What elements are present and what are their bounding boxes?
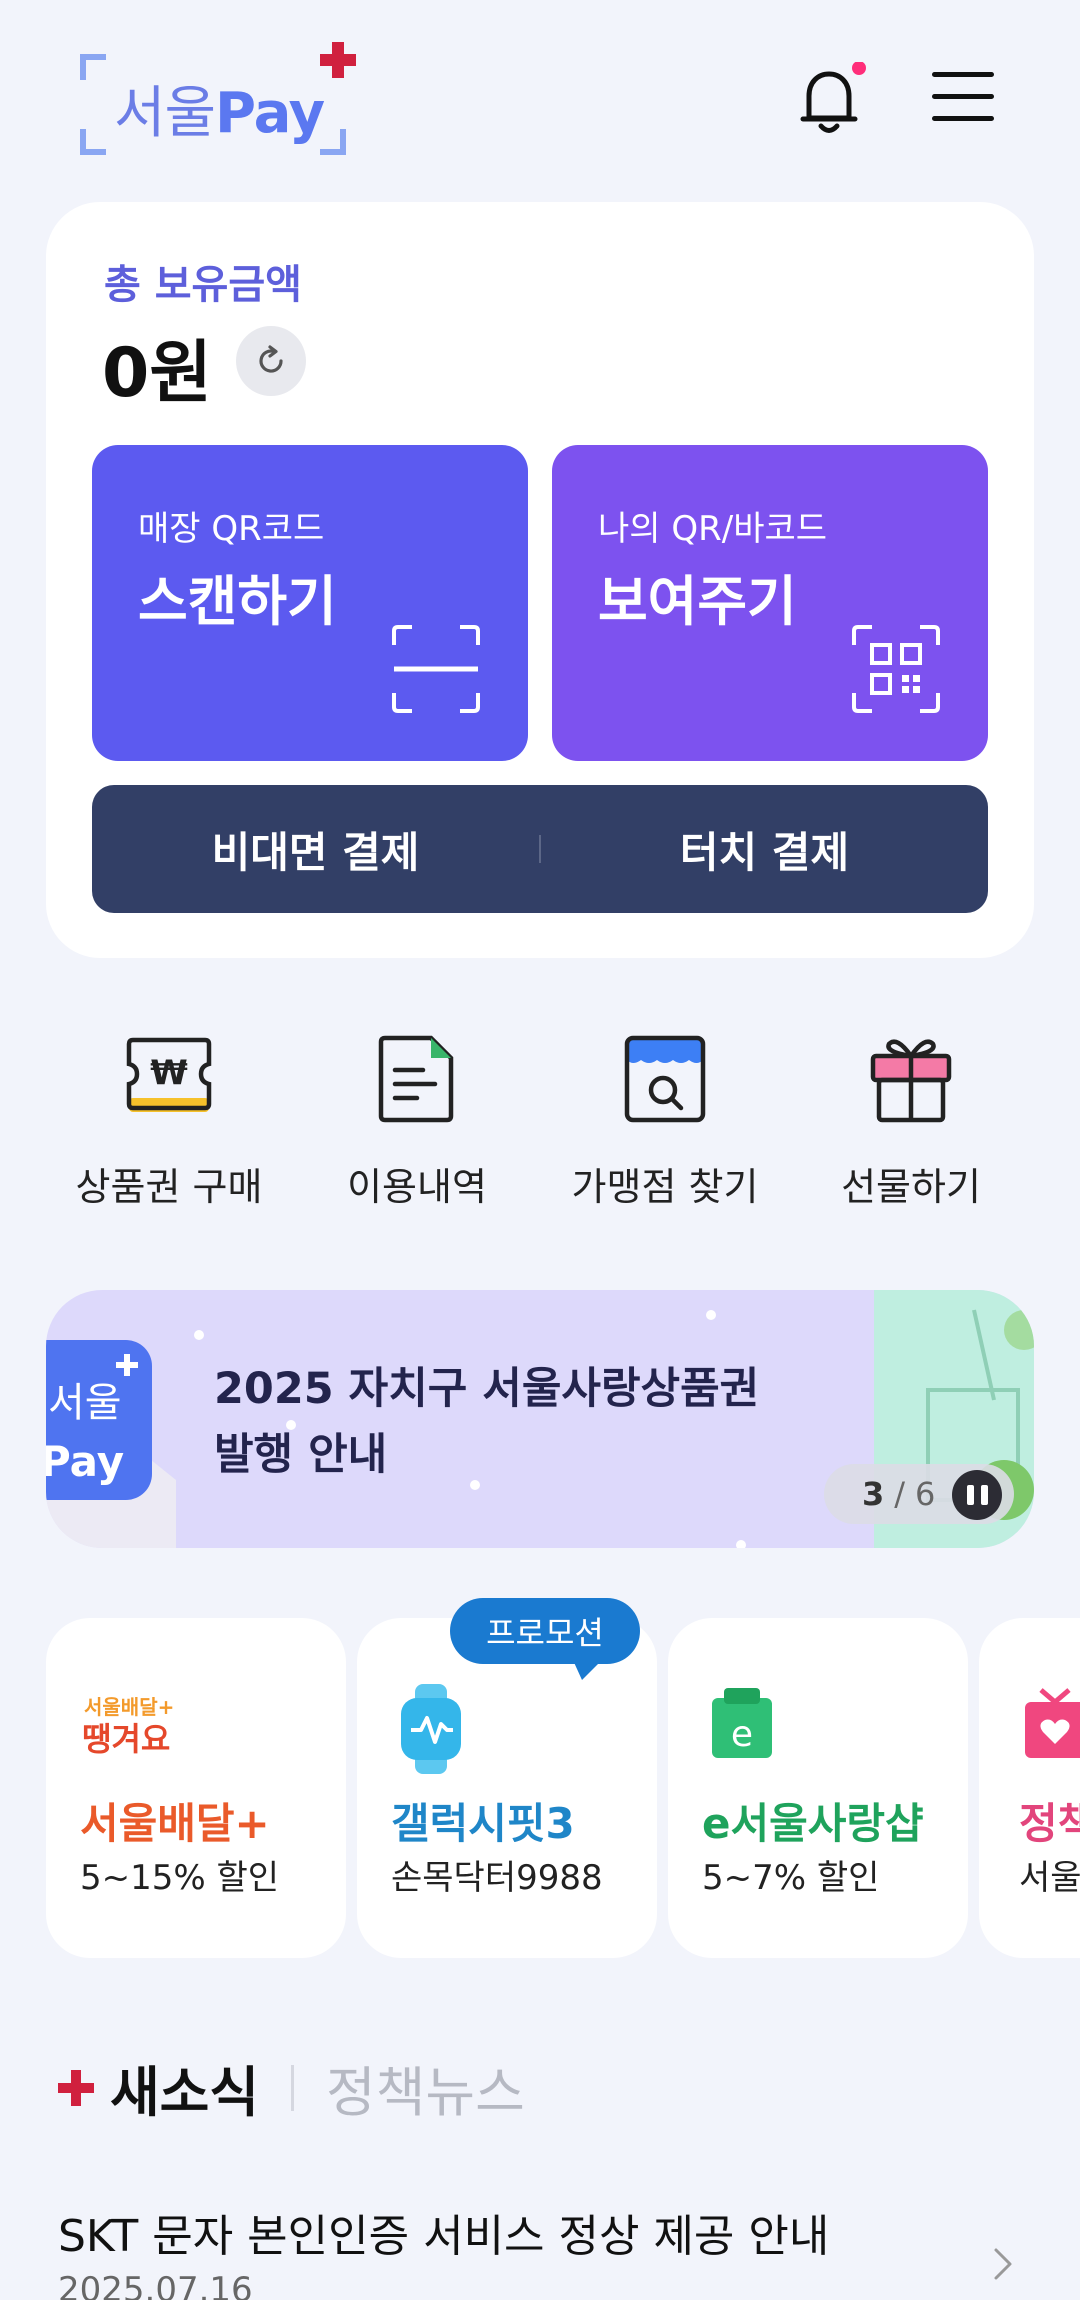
scan-frame-icon [392,625,480,713]
svg-text:땡겨요: 땡겨요 [82,1720,170,1758]
promo-title: 갤럭시핏3 [391,1799,575,1848]
promo-description: 5~7% 할인 [702,1858,880,1898]
tab-divider [291,2064,295,2111]
shopping-bag-icon: e [712,1688,772,1758]
logo-text-seoul: 서울 [114,81,216,146]
banner-logo-text-2: Pay [46,1437,124,1486]
promo-title: 정책 [1019,1799,1080,1848]
svg-text:e: e [731,1714,753,1755]
banner-logo-text-1: 서울 [48,1380,122,1426]
show-qr-sublabel: 나의 QR/바코드 [598,509,828,549]
promo-card-policy[interactable]: 정책 서울 [979,1618,1080,1958]
promo-card-e-seoul-shop[interactable]: e e서울사랑샵 5~7% 할인 [668,1618,968,1958]
promo-card-galaxy-fit[interactable]: 갤럭시핏3 손목닥터9988 [357,1618,657,1958]
tab-policy-news[interactable]: 정책뉴스 [326,2048,525,2127]
promotion-badge: 프로모션 [450,1598,640,1680]
contactless-payment-button[interactable]: 비대면 결제 [92,819,539,880]
red-cross-icon [58,2069,94,2106]
news-item-date: 2025.07.16 [58,2270,253,2300]
qr-code-icon [852,625,940,713]
touch-payment-button[interactable]: 터치 결제 [541,819,988,880]
promo-card-delivery[interactable]: 서울배달+ 땡겨요 서울배달+ 5~15% 할인 [46,1618,346,1958]
quick-menu-label: 선물하기 [841,1165,981,1209]
quick-menu-label: 상품권 구매 [75,1165,263,1209]
scan-qr-sublabel: 매장 QR코드 [138,509,325,549]
document-icon [378,1035,454,1123]
quick-menu-voucher-purchase[interactable]: ₩ 상품권 구매 [44,1030,294,1211]
pager-separator: / [894,1475,906,1513]
tab-news[interactable]: 새소식 [110,2048,259,2127]
promo-description: 서울 [1019,1858,1080,1898]
scan-qr-label: 스캔하기 [138,570,337,633]
balance-label: 총 보유금액 [104,262,302,308]
news-tabs: 새소식 정책뉴스 [56,2048,525,2127]
pager-total: 6 [915,1475,936,1513]
promo-title: e서울사랑샵 [702,1799,924,1848]
banner-title: 2025 자치구 서울사랑상품권 발행 안내 [214,1364,760,1480]
balance-card: 총 보유금액 0원 매장 QR코드 스캔하기 나의 QR/바코드 보여주기 비대… [46,202,1034,958]
heart-gift-icon [1025,1688,1080,1758]
store-search-icon [624,1035,706,1123]
balance-value: 0원 [102,334,212,413]
promo-banner-carousel[interactable]: 서울 Pay 2025 자치구 서울사랑상품권 발행 안내 3 / 6 [46,1290,1034,1548]
promo-description: 5~15% 할인 [80,1858,280,1898]
quick-menu-label: 이용내역 [347,1165,487,1209]
show-qr-label: 보여주기 [598,570,797,633]
notification-bell-icon[interactable] [795,61,869,138]
refresh-icon[interactable] [236,326,306,396]
payment-bar: 비대면 결제 터치 결제 [92,785,988,913]
svg-text:₩: ₩ [150,1053,188,1093]
pause-icon[interactable] [952,1470,1002,1520]
news-item-title[interactable]: SKT 문자 본인인증 서비스 정상 제공 안내 [58,2200,829,2264]
hamburger-menu-icon[interactable] [932,72,994,128]
quick-menu-store-search[interactable]: 가맹점 찾기 [540,1030,790,1211]
quick-menu-label: 가맹점 찾기 [571,1165,759,1209]
banner-pager: 3 / 6 [824,1464,1014,1524]
smartwatch-icon [401,1684,461,1774]
quick-menu-history[interactable]: 이용내역 [292,1030,542,1211]
svg-text:서울배달+: 서울배달+ [84,1695,174,1719]
promo-title: 서울배달+ [80,1799,270,1848]
seoulpay-logo: 서울Pay [80,40,356,155]
quick-menu-gift[interactable]: 선물하기 [786,1030,1036,1211]
show-qr-button[interactable]: 나의 QR/바코드 보여주기 [552,445,988,761]
voucher-icon: ₩ [126,1037,212,1112]
pager-current: 3 [862,1475,885,1513]
banner-envelope-illustration: 서울 Pay [46,1340,176,1548]
seoul-delivery-logo: 서울배달+ 땡겨요 [82,1695,174,1758]
chevron-right-icon[interactable] [992,2246,1016,2282]
scan-qr-button[interactable]: 매장 QR코드 스캔하기 [92,445,528,761]
notification-dot [852,61,866,75]
promo-description: 손목닥터9988 [391,1858,603,1898]
gift-icon [870,1039,952,1123]
logo-text-pay: Pay [215,81,325,146]
